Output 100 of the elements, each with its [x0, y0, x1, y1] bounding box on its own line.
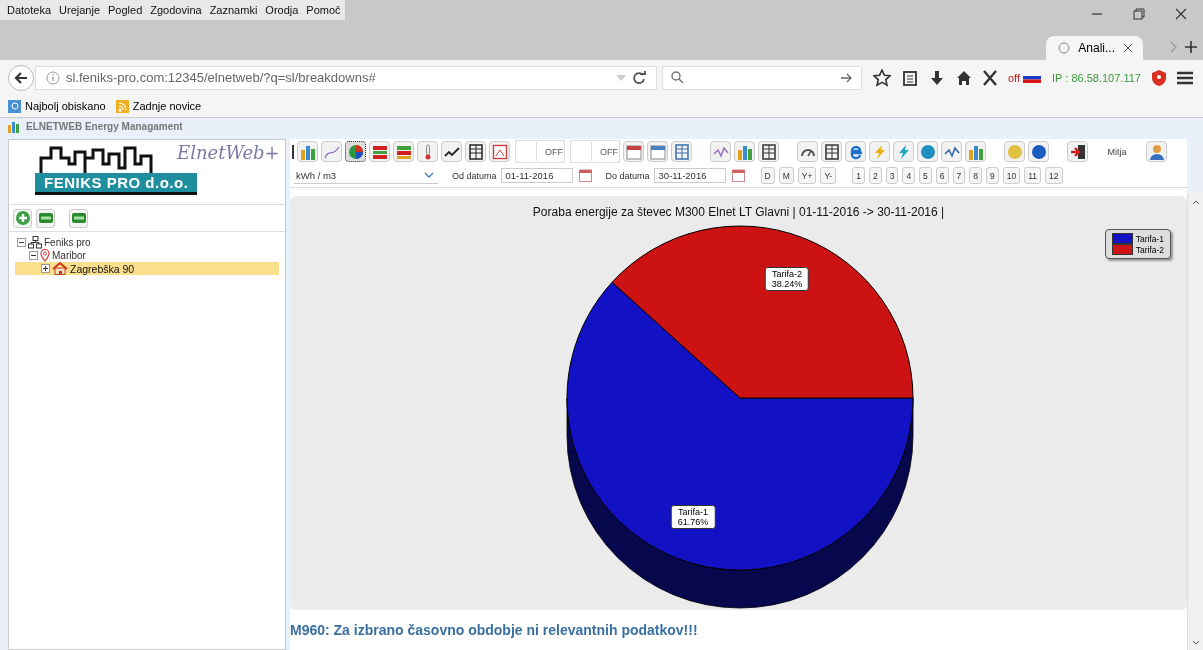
user-button[interactable] [1146, 141, 1167, 162]
addon-status: off [1008, 71, 1021, 84]
table-icon [760, 143, 777, 160]
date-field[interactable]: 01-11-2016 [500, 168, 573, 183]
clipboard-icon[interactable] [902, 69, 918, 86]
rss-icon [115, 99, 129, 113]
remove-button[interactable] [36, 208, 55, 228]
calendar-button[interactable] [623, 141, 644, 162]
download-icon[interactable] [929, 69, 945, 86]
month-button[interactable]: 4 [902, 167, 916, 184]
page-title: ELNETWEB Energy Managament [26, 121, 183, 132]
month-button[interactable]: 5 [919, 167, 932, 184]
chart-type-button[interactable] [345, 141, 366, 162]
address-bar[interactable]: sl.feniks-pro.com:12345/elnetweb/?q=sl/breakdowns# [35, 65, 657, 90]
menu-icon[interactable] [1176, 70, 1193, 85]
menu-item[interactable]: Zgodovina [146, 0, 206, 20]
period-button[interactable]: Y- [820, 167, 837, 184]
bar-chart-icon [299, 143, 316, 160]
tree-item[interactable]: Feniks pro [44, 237, 91, 248]
location-pin-icon [40, 249, 50, 262]
month-button[interactable]: 8 [969, 167, 983, 184]
pulse-button[interactable] [941, 141, 962, 162]
x-letter-icon[interactable] [983, 69, 997, 86]
scroll-up-icon[interactable] [1191, 199, 1200, 205]
star-icon[interactable] [873, 68, 891, 87]
table-button[interactable] [758, 141, 779, 162]
month-button[interactable]: 2 [868, 167, 882, 184]
calendar-icon [649, 143, 666, 160]
unit-select[interactable]: kWh / m3 [294, 167, 438, 184]
plus-icon[interactable] [1185, 41, 1197, 53]
search-field[interactable] [662, 65, 862, 90]
expand-icon[interactable] [41, 264, 50, 273]
restore-icon[interactable] [1133, 8, 1145, 20]
user-icon [1148, 143, 1165, 160]
menu-item[interactable]: Zaznamki [205, 0, 262, 20]
month-button[interactable]: 1 [852, 167, 865, 184]
bar-chart-icon [736, 143, 753, 160]
month-button[interactable]: 3 [885, 167, 899, 184]
legend-label: Tarifa-2 [1135, 244, 1164, 255]
month-button[interactable]: 10 [1002, 167, 1021, 184]
arrow-right-icon[interactable] [841, 72, 853, 83]
period-button[interactable]: D [760, 167, 775, 184]
to-label: Do datuma [605, 170, 650, 181]
bookmark-item[interactable]: Zadnje novice [132, 100, 202, 112]
bookmark-item[interactable]: Najbolj obiskano [25, 100, 106, 112]
reload-icon[interactable] [632, 70, 646, 85]
menu-item[interactable]: Urejanje [55, 0, 104, 20]
menu-item[interactable]: Pogled [104, 0, 147, 20]
back-button[interactable] [8, 64, 34, 91]
collapse-icon[interactable] [29, 251, 38, 260]
plus-icon [15, 211, 30, 225]
stack2-chart-icon [395, 143, 412, 160]
bar-chart-button[interactable] [965, 141, 986, 162]
toggle-switch[interactable]: OFF [570, 140, 620, 163]
close-icon[interactable] [1175, 8, 1187, 20]
layout-button[interactable] [671, 141, 692, 162]
pie-chart-icon [347, 143, 364, 160]
search-icon [671, 71, 684, 84]
close-icon[interactable] [1123, 43, 1133, 53]
info-icon [46, 70, 60, 85]
menu-item[interactable]: Pomoč [302, 0, 345, 20]
menu-item[interactable]: Datoteka [0, 0, 56, 20]
month-button[interactable]: 11 [1024, 167, 1042, 184]
period-button[interactable]: M [778, 167, 794, 184]
calendar-icon[interactable] [731, 169, 745, 182]
month-button[interactable]: 7 [952, 167, 966, 184]
remove-button[interactable] [69, 208, 88, 228]
tree-item[interactable]: Maribor [52, 250, 86, 261]
scroll-down-icon[interactable] [1191, 640, 1200, 646]
date-field[interactable]: 30-11-2016 [653, 168, 726, 183]
exit-button[interactable] [1067, 141, 1088, 162]
toggle-switch[interactable]: OFF [515, 140, 565, 163]
period-button[interactable]: Y+ [797, 167, 817, 184]
table-button[interactable] [821, 141, 842, 162]
data-label: Tarifa-2 38.24% [764, 266, 810, 291]
month-button[interactable]: 12 [1045, 167, 1063, 184]
house-icon [52, 262, 68, 275]
loading-icon [1058, 42, 1071, 54]
company-logo: FENIKS PRO d.o.o. [35, 173, 198, 195]
layout-icon [673, 143, 690, 160]
calendar-button[interactable] [647, 141, 668, 162]
stack-chart-icon [371, 143, 388, 160]
home-icon[interactable] [956, 69, 972, 86]
month-button[interactable]: 9 [986, 167, 999, 184]
shield-icon[interactable] [1151, 69, 1166, 86]
logo-script: ElnetWeb+ [177, 142, 280, 163]
scrollbar[interactable] [1187, 193, 1203, 650]
month-button[interactable]: 6 [935, 167, 949, 184]
minus-icon [71, 213, 86, 223]
gauge-button[interactable] [797, 141, 818, 162]
from-label: Od datuma [452, 170, 497, 181]
lightning-button[interactable] [893, 141, 914, 162]
collapse-icon[interactable] [17, 238, 26, 247]
menu-item[interactable]: Orodja [261, 0, 303, 20]
browser-button[interactable] [845, 141, 866, 162]
line-chart-button[interactable] [710, 141, 731, 162]
calendar-icon[interactable] [578, 169, 592, 182]
add-button[interactable] [13, 208, 32, 228]
bar-chart-icon [967, 143, 984, 160]
calendar-icon [625, 143, 642, 160]
